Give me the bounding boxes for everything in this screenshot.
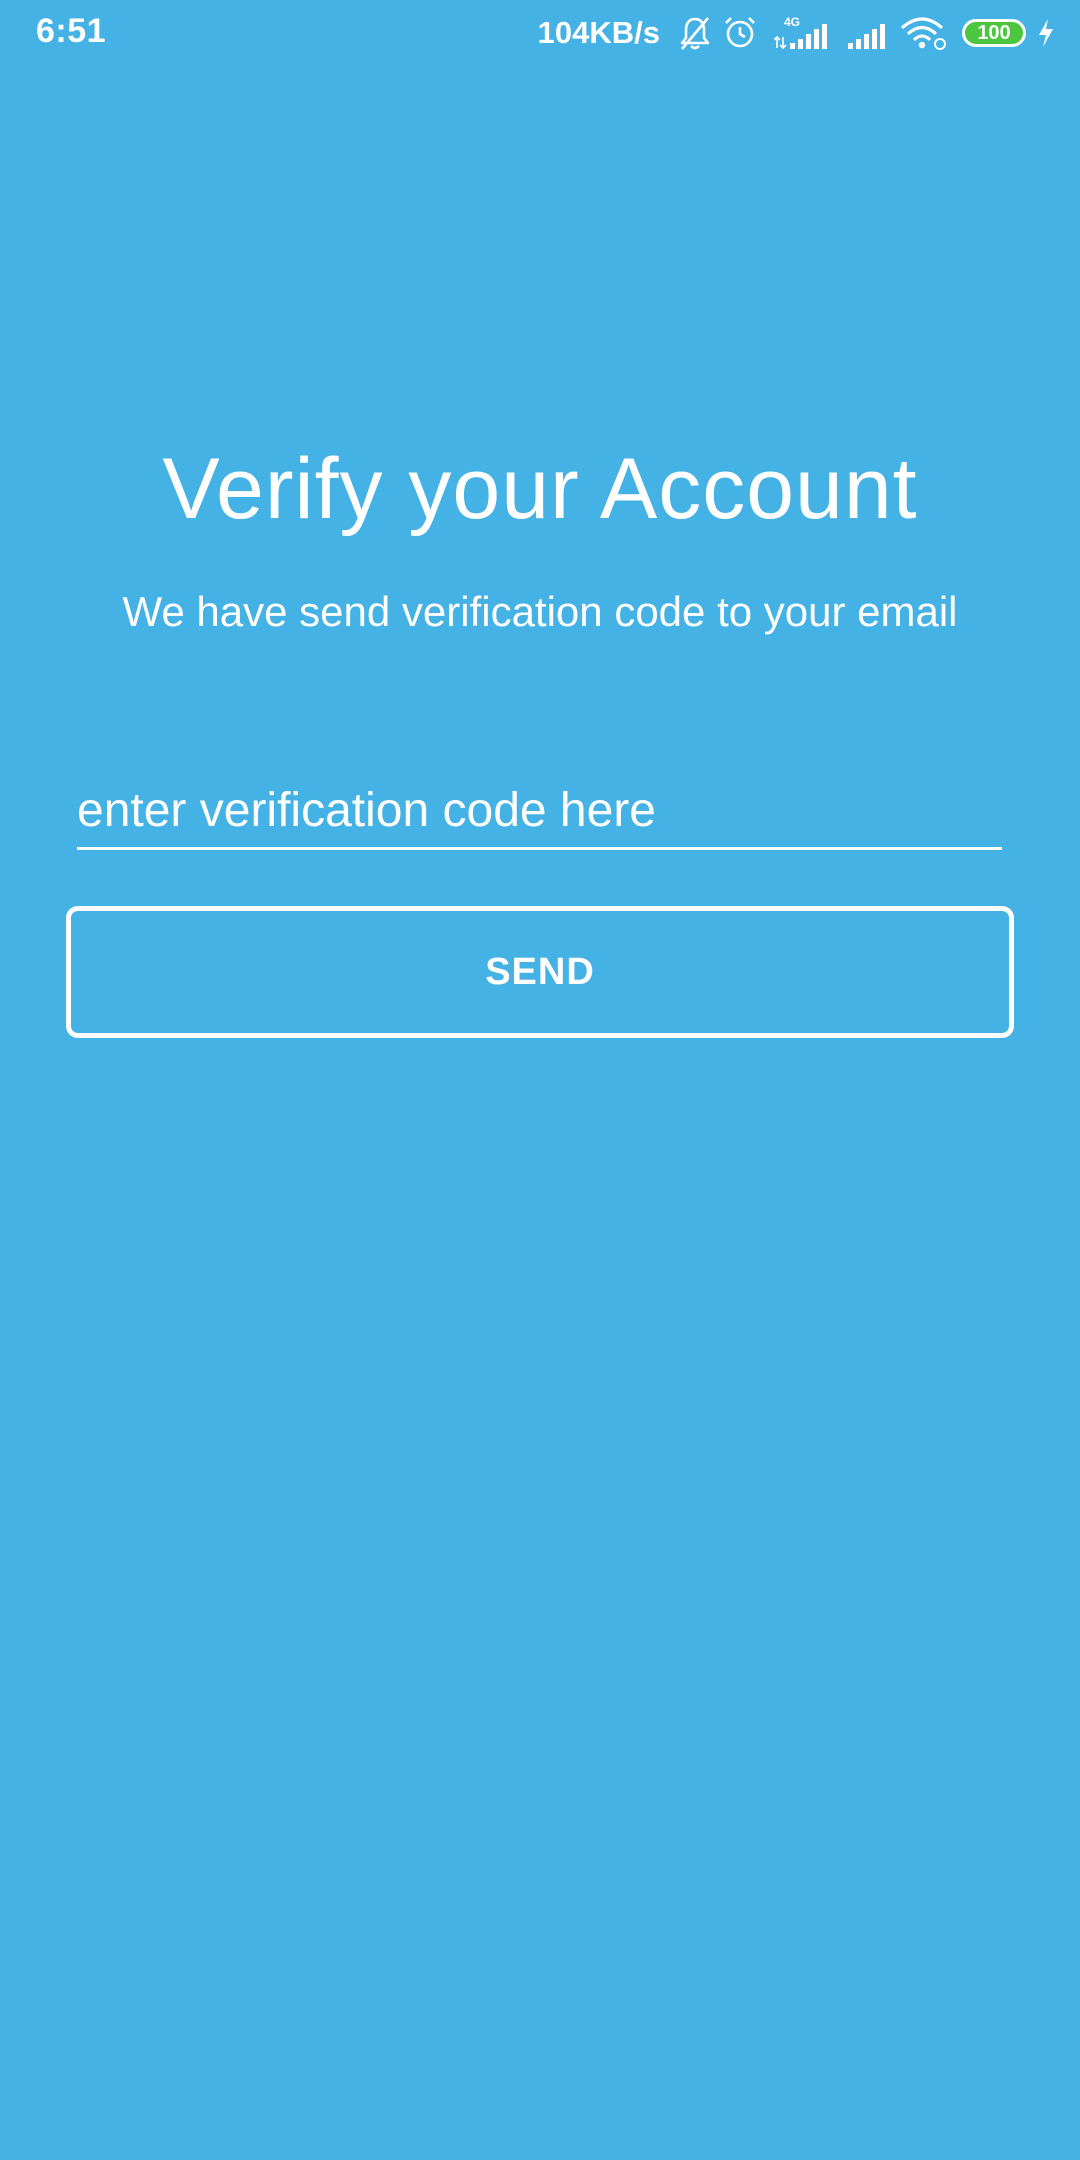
battery-level: 100: [977, 22, 1011, 44]
signal-icon: [846, 15, 890, 51]
battery-icon: 100: [962, 19, 1026, 47]
verification-code-field: [77, 778, 1002, 850]
page-subtitle: We have send verification code to your e…: [122, 588, 958, 635]
charging-icon: [1036, 17, 1056, 49]
status-time: 6:51: [36, 12, 107, 50]
alarm-icon: [722, 15, 758, 51]
signal-4g-icon: 4G: [774, 15, 836, 51]
wifi-icon: [900, 15, 948, 51]
bell-muted-icon: [678, 15, 712, 51]
status-bar: 6:51 104KB/s 4G 100: [0, 0, 1080, 66]
network-speed: 104KB/s: [537, 15, 660, 50]
page-title: Verify your Account: [162, 441, 918, 537]
network-type-label: 4G: [784, 15, 800, 29]
send-button[interactable]: SEND: [66, 906, 1014, 1038]
verification-code-input[interactable]: [77, 778, 1002, 842]
status-icons: 104KB/s 4G 100: [538, 10, 1056, 56]
